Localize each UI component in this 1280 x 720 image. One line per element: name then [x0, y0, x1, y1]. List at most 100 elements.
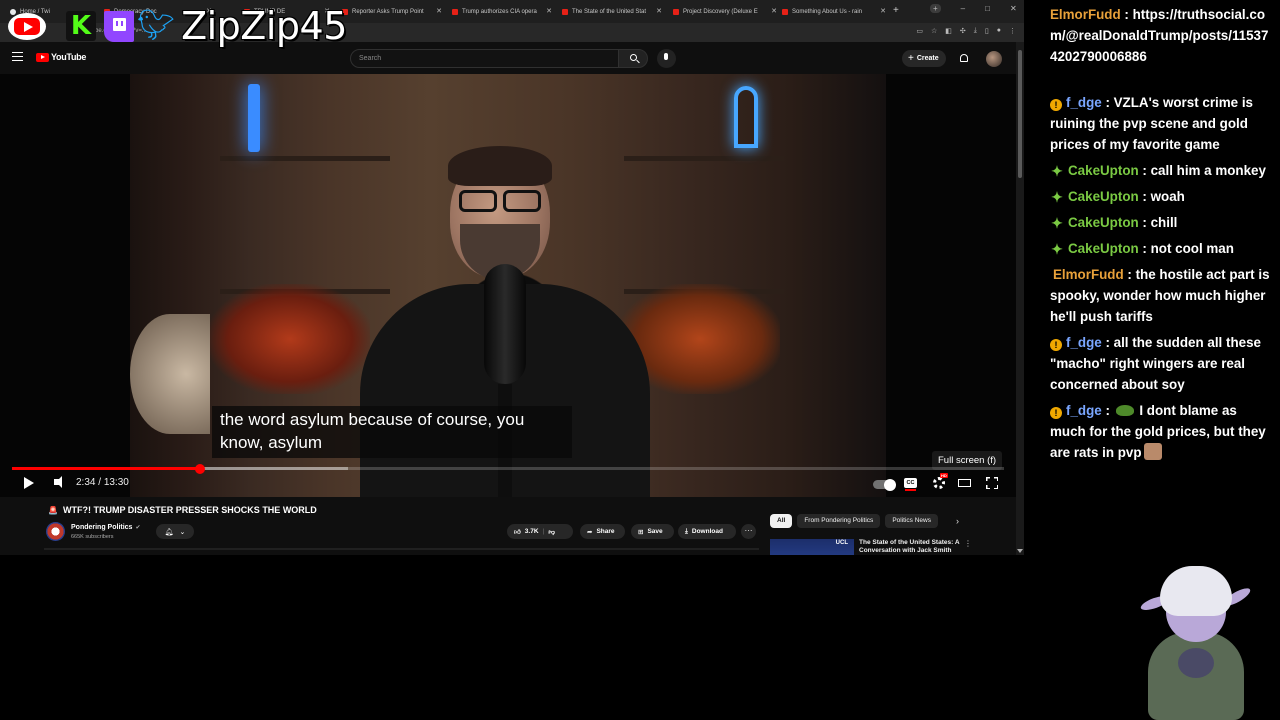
account-avatar[interactable] [986, 51, 1002, 67]
tab-search-icon[interactable]: + [930, 4, 941, 13]
window-close-icon[interactable]: ✕ [1010, 4, 1017, 13]
sidebar-icon[interactable]: ▯ [985, 27, 989, 35]
volume-icon[interactable] [54, 476, 62, 488]
chat-username: f_dge [1066, 335, 1102, 350]
cast-icon[interactable]: ▭ [916, 27, 923, 35]
stream-overlay: K 🐦︎ ZipZip45 [8, 4, 347, 48]
chat-username: CakeUpton [1068, 241, 1139, 256]
maximize-icon[interactable]: □ [985, 4, 990, 13]
face-emote-icon [1143, 443, 1162, 460]
bookmark-star-icon[interactable]: ☆ [931, 27, 937, 35]
search-button[interactable] [618, 49, 648, 68]
video-captions: the word asylum because of course, you k… [212, 406, 572, 458]
video-player[interactable]: the word asylum because of course, you k… [0, 74, 1016, 497]
download-button[interactable]: ⤓ Download [678, 524, 736, 539]
hd-badge: HD [940, 473, 948, 478]
chip-politics-news[interactable]: Politics News [885, 514, 938, 528]
chat-message: ✦ CakeUpton : chill [1050, 212, 1275, 233]
captions-cc-icon[interactable]: CC [904, 478, 917, 491]
elf-mascot-avatar [1138, 562, 1254, 720]
menu-kebab-icon[interactable]: ⋮ [1009, 27, 1016, 35]
chat-message: ✦ CakeUpton : woah [1050, 186, 1275, 207]
close-icon[interactable]: ✕ [436, 7, 442, 15]
subscribed-bell-button[interactable]: 🔔︎ ⌄ [156, 524, 194, 539]
autoplay-toggle[interactable] [873, 478, 896, 491]
divider [44, 548, 759, 550]
theater-mode-icon[interactable] [958, 479, 971, 487]
streamer-name: ZipZip45 [181, 4, 347, 48]
hamburger-menu-icon[interactable] [12, 52, 23, 61]
play-icon[interactable] [24, 477, 34, 489]
recommendation-menu-icon[interactable]: ⋮ [964, 539, 972, 548]
chat-separator: : [1138, 215, 1151, 230]
more-actions-button[interactable]: ··· [741, 524, 756, 539]
voice-search-icon[interactable] [657, 49, 676, 68]
share-button[interactable]: ➦ Share [580, 524, 625, 539]
chat-message: ! f_dge : all the sudden all these "macho… [1050, 332, 1275, 395]
verified-check-icon: ✔ [135, 525, 141, 531]
youtube-play-icon [36, 52, 49, 62]
browser-tab[interactable]: Reporter Asks Trump Point ✕ [342, 3, 442, 21]
create-label: Create [916, 55, 939, 62]
recommendation-chips: All From Pondering Politics Politics New… [770, 514, 938, 528]
chat-separator: : [1138, 241, 1151, 256]
scroll-down-arrow-icon[interactable] [1017, 549, 1023, 553]
chat-separator: : [1123, 267, 1136, 282]
save-button[interactable]: ⊞ Save [631, 524, 674, 539]
minimize-icon[interactable]: – [961, 4, 965, 13]
puzzle-icon[interactable]: ✣ [960, 27, 966, 35]
thumbs-up-icon: 👍︎ [514, 528, 521, 536]
video-title-text: WTF?! TRUMP DISASTER PRESSER SHOCKS THE … [62, 505, 317, 515]
chip-all[interactable]: All [770, 514, 793, 528]
browser-tab[interactable]: Something About Us - rain ✕ [782, 3, 886, 21]
chat-message: ! f_dge : VZLA's worst crime is ruining t… [1050, 92, 1275, 155]
chat-separator: : [1138, 189, 1151, 204]
notifications-bell-icon[interactable] [960, 54, 968, 62]
channel-name[interactable]: Pondering Politics ✔ [71, 524, 140, 531]
chip-from-channel[interactable]: From Pondering Politics [797, 514, 881, 528]
download-icon[interactable]: ⤓ [974, 27, 977, 35]
browser-tab[interactable]: Project Discovery (Deluxe E ✕ [673, 3, 777, 21]
pepe-emote-icon [1115, 405, 1134, 416]
recommended-video-title[interactable]: The State of the United States: A Conver… [859, 539, 963, 555]
thumbs-down-icon: 👎︎ [548, 528, 555, 536]
tab-label: The State of the United Stat [572, 9, 647, 15]
settings-gear-icon[interactable]: HD [933, 473, 948, 489]
browser-tab[interactable]: Trump authorizes CIA opera ✕ [452, 3, 552, 21]
close-icon[interactable]: ✕ [771, 7, 777, 15]
close-icon[interactable]: ✕ [656, 7, 662, 15]
progress-bar[interactable] [12, 463, 1004, 474]
browser-tab[interactable]: The State of the United Stat ✕ [562, 3, 662, 21]
sparkle-badge-icon: ✦ [1051, 241, 1063, 257]
chat-separator: : [1101, 335, 1114, 350]
time-display: 2:34 / 13:30 [76, 477, 129, 488]
youtube-icon [452, 9, 458, 15]
alert-badge-icon: ! [1050, 407, 1062, 419]
scrollbar-thumb[interactable] [1018, 50, 1022, 178]
page-scrollbar[interactable] [1016, 42, 1024, 555]
like-dislike-button[interactable]: 👍︎ 3.7K | 👎︎ [507, 524, 573, 539]
close-icon[interactable]: ✕ [880, 7, 886, 15]
twitch-logo-icon [104, 10, 134, 42]
fullscreen-icon[interactable] [986, 477, 998, 489]
chat-username: CakeUpton [1068, 215, 1139, 230]
channel-name-text: Pondering Politics [71, 524, 133, 531]
duration: 13:30 [103, 477, 129, 488]
plus-icon: + [908, 53, 914, 64]
profile-icon[interactable]: ● [997, 27, 1001, 35]
channel-avatar[interactable] [46, 522, 65, 541]
create-button[interactable]: + Create [902, 50, 946, 67]
close-icon[interactable]: ✕ [546, 7, 552, 15]
glasses [455, 190, 545, 212]
sparkle-badge-icon: ✦ [1051, 163, 1063, 179]
search-input[interactable]: Search [350, 49, 619, 68]
extension-icon[interactable]: ◧ [945, 27, 952, 35]
new-tab-button[interactable]: + [893, 5, 899, 16]
recommended-video-thumbnail[interactable]: UCL [770, 539, 854, 555]
presenter-hair [448, 146, 552, 186]
chevron-right-icon[interactable]: › [956, 516, 959, 526]
chat-text: woah [1150, 189, 1185, 204]
youtube-icon [562, 9, 568, 15]
youtube-logo[interactable]: YouTube [36, 52, 86, 62]
chat-text: not cool man [1150, 241, 1234, 256]
